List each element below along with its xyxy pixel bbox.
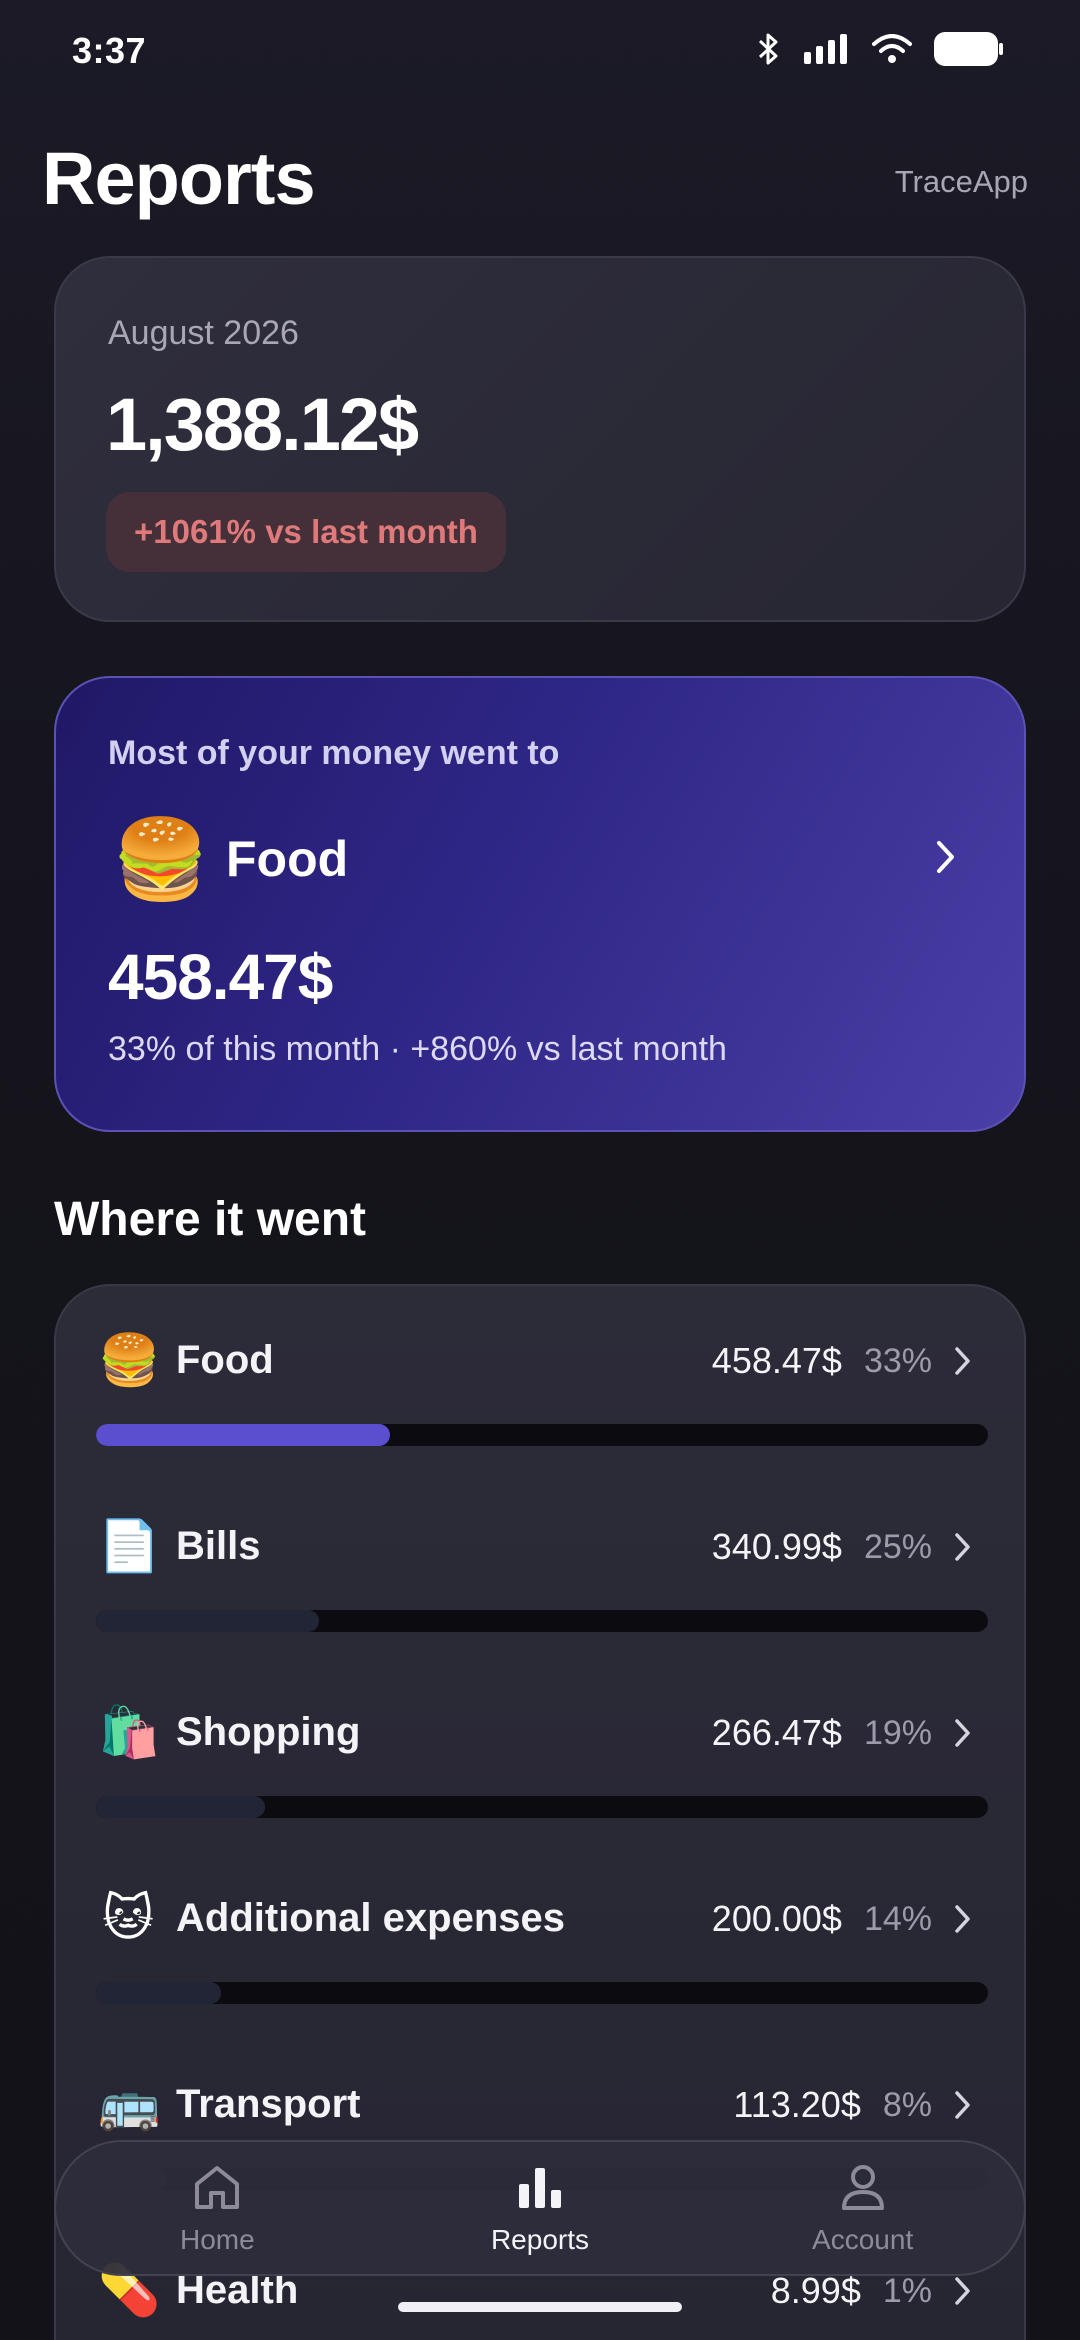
tab-account[interactable]: Account <box>743 2140 983 2276</box>
top-category-kicker: Most of your money went to <box>108 734 560 772</box>
category-name: Additional expenses <box>176 1896 565 1940</box>
bus-icon: 🚌 <box>98 2076 161 2132</box>
tab-bar: Home Reports Account <box>54 2140 1026 2276</box>
category-amount: 266.47$ <box>711 1712 842 1753</box>
category-row-shopping[interactable]: 🛍️ Shopping 266.47$ 19% <box>56 1658 1024 1844</box>
tab-label: Reports <box>490 2224 589 2255</box>
chevron-right-icon <box>955 1533 970 1561</box>
tab-label: Home <box>179 2224 255 2255</box>
summary-total: 1,388.12$ <box>106 383 419 466</box>
category-percent: 8% <box>882 2085 932 2124</box>
category-amount: 8.99$ <box>770 2270 861 2311</box>
chevron-right-icon <box>955 2091 970 2119</box>
tab-reports[interactable]: Reports <box>420 2140 660 2276</box>
status-icons <box>756 32 1004 66</box>
signal-icon <box>804 34 850 64</box>
category-share-fill <box>96 1982 221 2004</box>
chevron-right-icon <box>955 2277 970 2305</box>
status-bar: 3:37 <box>0 0 1080 110</box>
header: Reports TraceApp <box>42 130 1042 230</box>
category-percent: 14% <box>863 1899 932 1938</box>
category-share-fill <box>96 1610 319 1632</box>
category-share-bar <box>96 1610 988 1632</box>
top-category-name: Food <box>226 831 349 887</box>
home-icon <box>191 2162 243 2217</box>
category-share-bar <box>96 1796 988 1818</box>
category-amount: 458.47$ <box>711 1340 842 1381</box>
burger-icon: 🍔 <box>98 1332 161 1388</box>
document-icon: 📄 <box>98 1518 161 1574</box>
chevron-right-icon <box>955 1719 970 1747</box>
category-amount: 113.20$ <box>733 2084 861 2125</box>
burger-icon: 🍔 <box>112 815 210 903</box>
bluetooth-icon <box>756 32 782 66</box>
tab-label: Account <box>812 2224 914 2255</box>
category-percent: 25% <box>863 1527 932 1566</box>
category-name: Bills <box>176 1524 261 1568</box>
chevron-right-icon <box>955 1347 970 1375</box>
brand-name: TraceApp <box>894 164 1028 199</box>
category-row-additional-expenses[interactable]: 🐱 Additional expenses 200.00$ 14% <box>56 1844 1024 2030</box>
person-icon <box>838 2162 888 2217</box>
wifi-icon <box>872 34 912 64</box>
category-row-bills[interactable]: 📄 Bills 340.99$ 25% <box>56 1472 1024 1658</box>
summary-month: August 2026 <box>108 314 299 352</box>
cat-face-icon: 🐱 <box>101 1890 155 1946</box>
monthly-summary-card: August 2026 1,388.12$ +1061% vs last mon… <box>54 256 1026 622</box>
category-row-food[interactable]: 🍔 Food 458.47$ 33% <box>56 1286 1024 1472</box>
chevron-right-icon <box>934 838 958 881</box>
category-share-fill <box>96 1796 266 1818</box>
bar-chart-icon <box>515 2162 565 2217</box>
page-title: Reports <box>42 137 316 220</box>
category-share-bar <box>96 1982 988 2004</box>
top-category-subtitle: 33% of this month · +860% vs last month <box>108 1030 727 1068</box>
section-title: Where it went <box>54 1193 367 1246</box>
status-time: 3:37 <box>72 30 147 71</box>
category-percent: 1% <box>882 2271 932 2310</box>
category-amount: 200.00$ <box>711 1898 842 1939</box>
category-share-fill <box>96 1424 391 1446</box>
category-percent: 33% <box>863 1341 932 1380</box>
category-name: Shopping <box>176 1710 361 1754</box>
shopping-bags-icon: 🛍️ <box>98 1704 161 1760</box>
top-category-amount: 458.47$ <box>108 941 333 1013</box>
tab-home[interactable]: Home <box>97 2140 337 2276</box>
change-badge: +1061% vs last month <box>106 492 506 572</box>
category-name: Food <box>176 1338 274 1382</box>
category-share-bar <box>96 1424 988 1446</box>
category-percent: 19% <box>863 1713 932 1752</box>
top-category-card[interactable]: Most of your money went to 🍔 Food 458.47… <box>54 676 1026 1132</box>
home-indicator <box>398 2302 682 2312</box>
battery-icon <box>934 32 1004 66</box>
chevron-right-icon <box>955 1905 970 1933</box>
category-amount: 340.99$ <box>711 1526 842 1567</box>
category-name: Transport <box>176 2082 361 2126</box>
